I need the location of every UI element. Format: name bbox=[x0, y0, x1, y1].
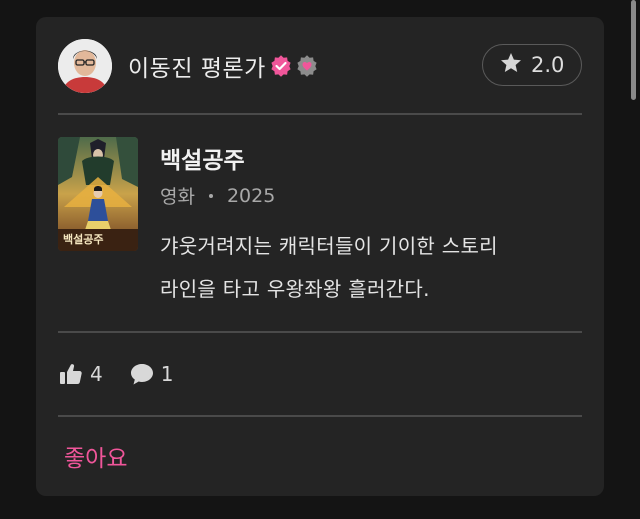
critic-badge-icon bbox=[296, 55, 318, 77]
author-name[interactable]: 이동진 평론가 bbox=[128, 49, 266, 83]
movie-title[interactable]: 백설공주 bbox=[160, 141, 245, 175]
body-divider bbox=[58, 331, 582, 333]
comments-count: 1 bbox=[160, 362, 174, 386]
rating-pill[interactable]: 2.0 bbox=[482, 44, 582, 86]
movie-type: 영화 bbox=[160, 186, 195, 208]
avatar[interactable] bbox=[58, 39, 112, 93]
star-icon bbox=[499, 51, 523, 79]
speech-bubble-icon[interactable] bbox=[129, 361, 155, 387]
review-header: 이동진 평론가 2.0 bbox=[58, 39, 582, 93]
verified-badge-icon bbox=[270, 55, 292, 77]
thumbs-up-icon[interactable] bbox=[58, 361, 84, 387]
scrollbar-thumb[interactable] bbox=[631, 0, 636, 100]
header-divider bbox=[58, 113, 582, 115]
review-card: 이동진 평론가 2.0 백설공주 백설공주 영화 2025 갸웃거려지는 캐릭터… bbox=[36, 17, 604, 496]
like-button[interactable]: 좋아요 bbox=[64, 439, 127, 473]
movie-year: 2025 bbox=[226, 184, 276, 207]
rating-value: 2.0 bbox=[531, 53, 565, 77]
meta-separator-dot bbox=[208, 193, 213, 198]
movie-meta: 영화 2025 bbox=[160, 182, 275, 209]
review-stats: 4 1 bbox=[58, 359, 173, 389]
movie-poster[interactable]: 백설공주 bbox=[58, 137, 138, 251]
stats-divider bbox=[58, 415, 582, 417]
poster-title-text: 백설공주 bbox=[63, 232, 103, 246]
review-text-line: 갸웃거려지는 캐릭터들이 기이한 스토리 bbox=[160, 234, 498, 258]
review-text-line: 라인을 타고 우왕좌왕 흘러간다. bbox=[160, 277, 430, 301]
likes-count: 4 bbox=[90, 362, 103, 386]
review-text[interactable]: 갸웃거려지는 캐릭터들이 기이한 스토리 라인을 타고 우왕좌왕 흘러간다. bbox=[160, 225, 590, 311]
scrollbar[interactable] bbox=[626, 0, 640, 519]
